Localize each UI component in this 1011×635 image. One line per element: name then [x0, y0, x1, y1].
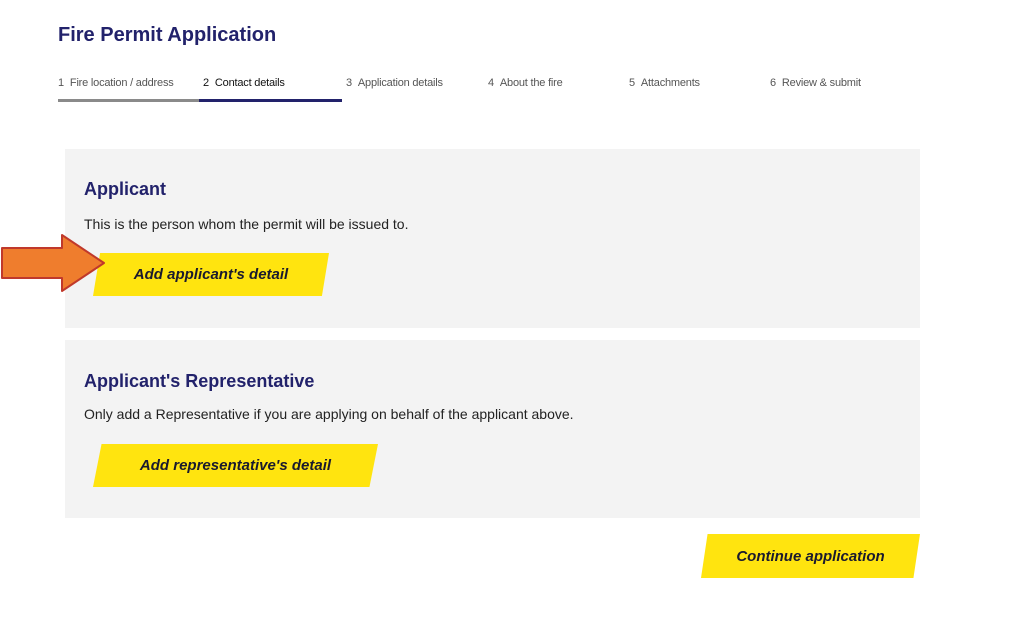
- step-review-submit[interactable]: 6 Review & submit: [770, 70, 910, 102]
- continue-application-button[interactable]: Continue application: [701, 534, 920, 578]
- arrow-right-icon: [1, 234, 105, 292]
- step-fire-location[interactable]: 1 Fire location / address: [58, 70, 199, 102]
- step-about-the-fire[interactable]: 4 About the fire: [488, 70, 628, 102]
- step-number: 3: [346, 77, 352, 89]
- step-contact-details[interactable]: 2 Contact details: [199, 70, 342, 102]
- progress-steps: 1 Fire location / address 2 Contact detail…: [58, 70, 918, 104]
- step-number: 1: [58, 77, 64, 89]
- step-number: 4: [488, 77, 494, 89]
- applicant-heading: Applicant: [84, 179, 167, 199]
- step-number: 5: [629, 77, 635, 89]
- step-label: Contact details: [214, 77, 285, 89]
- representative-heading: Applicant's Representative: [84, 371, 315, 391]
- step-label: Attachments: [640, 77, 700, 89]
- add-applicant-button[interactable]: Add applicant's detail: [93, 253, 329, 296]
- applicant-description: This is the person whom the permit will …: [84, 216, 409, 232]
- step-number: 2: [203, 77, 209, 89]
- add-representative-button[interactable]: Add representative's detail: [93, 444, 378, 487]
- step-number: 6: [770, 77, 776, 89]
- step-label: About the fire: [499, 77, 563, 89]
- step-label: Review & submit: [781, 77, 861, 89]
- step-application-details[interactable]: 3 Application details: [346, 70, 486, 102]
- step-label: Fire location / address: [69, 77, 174, 89]
- representative-description: Only add a Representative if you are app…: [84, 406, 574, 422]
- page-title: Fire Permit Application: [58, 24, 277, 46]
- applicant-section: Applicant This is the person whom the pe…: [65, 149, 920, 328]
- step-label: Application details: [357, 77, 443, 89]
- representative-section: Applicant's Representative Only add a Re…: [65, 340, 920, 518]
- step-attachments[interactable]: 5 Attachments: [629, 70, 769, 102]
